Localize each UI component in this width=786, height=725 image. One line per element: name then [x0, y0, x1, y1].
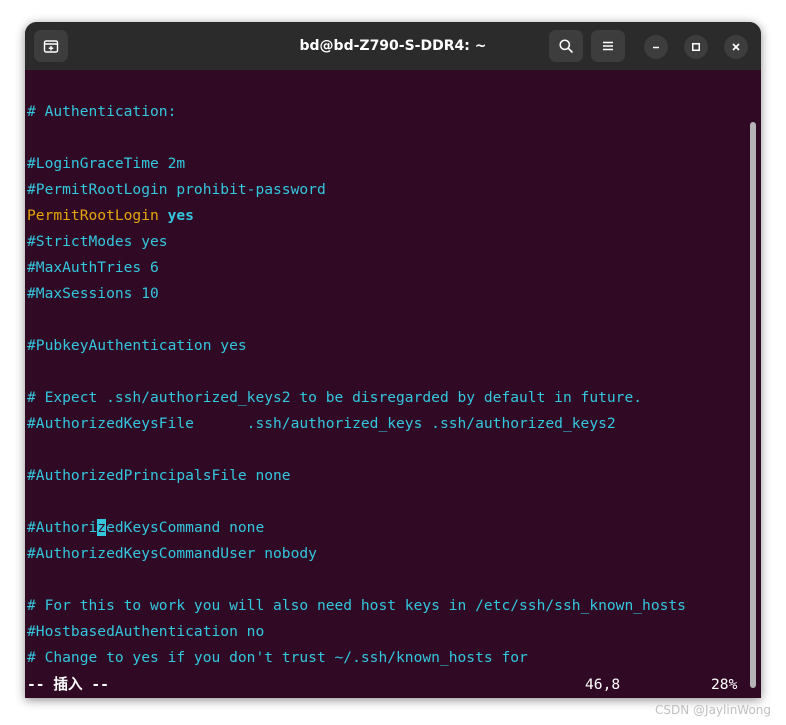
code-text: edKeysCommand none	[106, 519, 265, 536]
code-line: #AuthorizedKeysCommand none	[27, 515, 264, 541]
code-line: #AuthorizedPrincipalsFile none	[27, 467, 291, 484]
search-button[interactable]	[549, 30, 583, 62]
code-line: # Expect .ssh/authorized_keys2 to be dis…	[27, 389, 643, 406]
code-line: PermitRootLogin yes	[27, 203, 194, 229]
code-line: #AuthorizedKeysCommandUser nobody	[27, 545, 317, 562]
code-line: #StrictModes yes	[27, 233, 168, 250]
search-icon	[559, 39, 573, 53]
new-tab-icon	[43, 40, 59, 53]
code-line: #LoginGraceTime 2m	[27, 155, 186, 172]
directive-keyword: PermitRootLogin	[27, 207, 159, 224]
scrollbar[interactable]	[750, 122, 756, 688]
code-line: #MaxAuthTries 6	[27, 259, 159, 276]
new-tab-button[interactable]	[34, 30, 68, 62]
vim-mode-indicator: -- 插入 --	[27, 676, 109, 693]
code-line: # For this to work you will also need ho…	[27, 597, 686, 614]
minimize-icon	[653, 46, 659, 49]
code-line: #HostbasedAuthentication no	[27, 623, 265, 640]
minimize-button[interactable]	[644, 35, 668, 59]
directive-value: yes	[167, 207, 194, 224]
terminal-content[interactable]: # Authentication: #LoginGraceTime 2m #Pe…	[25, 70, 761, 698]
code-line: # Authentication:	[27, 103, 177, 120]
terminal-window: bd@bd-Z790-S-DDR4: ~ # Authentication: #…	[25, 22, 761, 698]
menu-button[interactable]	[591, 30, 625, 62]
code-line: #PermitRootLogin prohibit-password	[27, 181, 326, 198]
title-bar: bd@bd-Z790-S-DDR4: ~	[25, 22, 761, 70]
code-line: #MaxSessions 10	[27, 285, 159, 302]
close-button[interactable]	[724, 35, 748, 59]
code-line: #PubkeyAuthentication yes	[27, 337, 247, 354]
text-cursor: z	[97, 519, 107, 536]
hamburger-menu-icon	[603, 41, 613, 51]
cursor-position: 46,8	[585, 676, 621, 693]
code-line: #AuthorizedKeysFile .ssh/authorized_keys…	[27, 415, 616, 432]
watermark: CSDN @JaylinWong	[655, 703, 772, 717]
code-text: #Authori	[27, 519, 98, 536]
maximize-button[interactable]	[684, 35, 708, 59]
close-icon	[732, 43, 740, 51]
scroll-percent: 28%	[711, 676, 738, 693]
maximize-icon	[692, 43, 700, 51]
code-line: # Change to yes if you don't trust ~/.ss…	[27, 649, 528, 666]
